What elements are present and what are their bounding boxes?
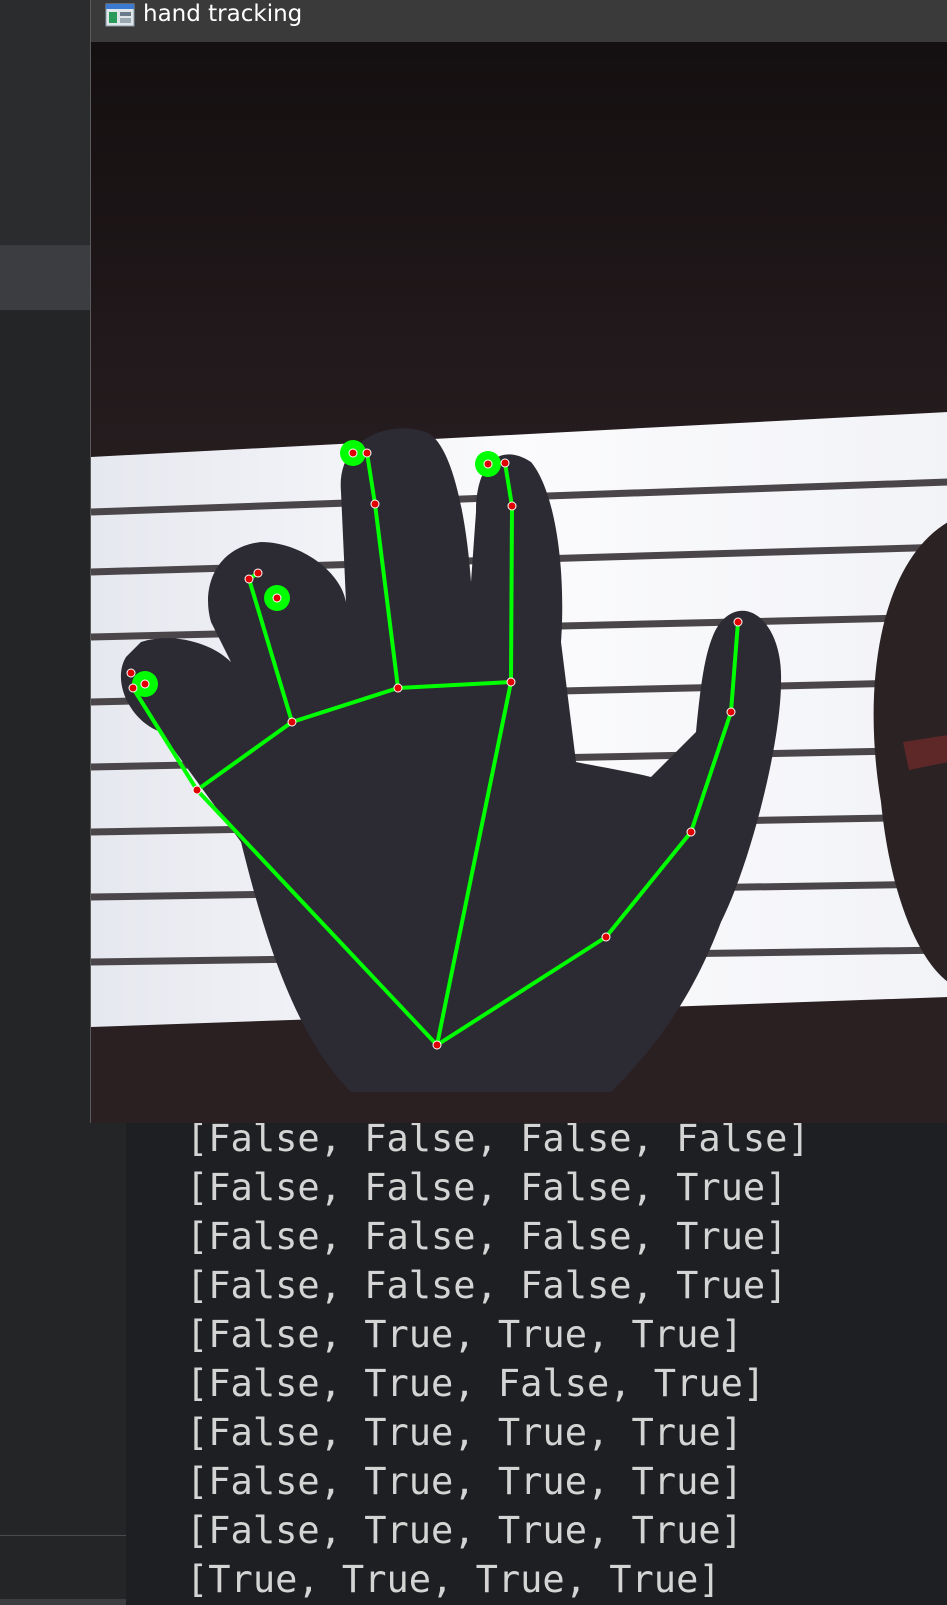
console-line: [False, True, True, True] bbox=[186, 1509, 743, 1552]
console-line: [False, True, True, True] bbox=[186, 1313, 743, 1356]
console-line: [False, True, True, True] bbox=[186, 1460, 743, 1503]
ide-bottom-bar bbox=[0, 1599, 126, 1605]
camera-frame bbox=[91, 42, 947, 1123]
console-line: [False, True, True, True] bbox=[186, 1411, 743, 1454]
console-line: [False, False, False, True] bbox=[186, 1166, 788, 1209]
console-line: [False, False, False, True] bbox=[186, 1264, 788, 1307]
panel-divider bbox=[0, 1535, 126, 1536]
opencv-window-icon bbox=[105, 3, 135, 27]
ide-tool-strip bbox=[0, 0, 90, 245]
window-titlebar[interactable]: hand tracking bbox=[91, 0, 947, 42]
hand-tracking-window[interactable]: hand tracking bbox=[90, 0, 947, 1123]
ide-selected-item[interactable] bbox=[0, 245, 90, 310]
console-line: [False, True, False, True] bbox=[186, 1362, 766, 1405]
console-output: [False, False, False, False] [False, Fal… bbox=[186, 1114, 810, 1604]
camera-image bbox=[91, 42, 947, 1123]
window-title: hand tracking bbox=[143, 1, 303, 27]
console-line: [True, True, True, True] bbox=[186, 1558, 721, 1601]
console-line: [False, False, False, True] bbox=[186, 1215, 788, 1258]
